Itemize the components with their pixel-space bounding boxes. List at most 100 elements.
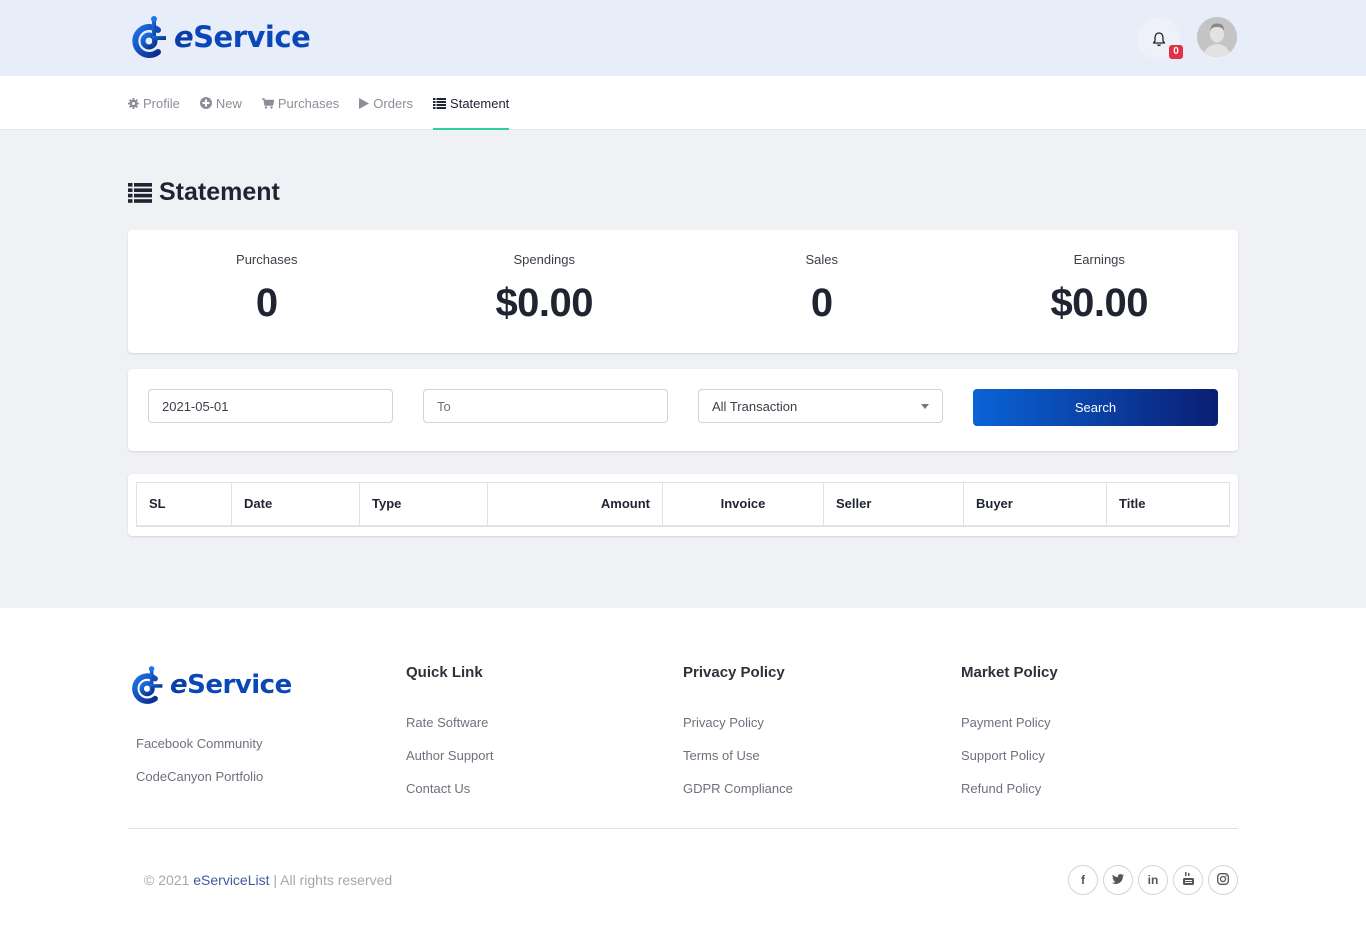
site-footer: eService Facebook Community CodeCanyon P… (0, 608, 1366, 929)
instagram-icon (1217, 872, 1229, 888)
column-header-buyer[interactable]: Buyer (963, 482, 1107, 526)
brand-name-prefix: e (174, 20, 194, 54)
column-header-type[interactable]: Type (359, 482, 488, 526)
footer-link-contact-us[interactable]: Contact Us (406, 781, 493, 796)
nav-item-label: Purchases (277, 95, 340, 111)
main-content: Statement Purchases 0 Spendings $0.00 Sa… (0, 130, 1366, 608)
transaction-type-select[interactable]: All Transaction (698, 389, 943, 423)
stat-label: Earnings (1073, 252, 1125, 267)
list-icon (128, 182, 152, 203)
user-avatar[interactable] (1197, 17, 1237, 57)
user-silhouette-icon (1197, 17, 1237, 57)
copyright-suffix: | All rights reserved (269, 872, 393, 888)
brand-name: eService (170, 670, 292, 700)
notification-count-badge: 0 (1169, 45, 1183, 59)
footer-link-terms-of-use[interactable]: Terms of Use (683, 748, 793, 763)
column-header-date[interactable]: Date (231, 482, 360, 526)
cart-icon (261, 97, 274, 109)
footer-column-heading: Quick Link (406, 664, 483, 681)
twitter-icon (1112, 873, 1124, 887)
youtube-icon (1182, 872, 1194, 888)
youtube-link[interactable] (1173, 865, 1203, 895)
footer-link-support-policy[interactable]: Support Policy (961, 748, 1058, 763)
footer-link-rate-software[interactable]: Rate Software (406, 715, 493, 730)
brand-logo[interactable]: eService (130, 14, 311, 60)
footer-link-payment-policy[interactable]: Payment Policy (961, 715, 1058, 730)
stats-card: Purchases 0 Spendings $0.00 Sales 0 Earn… (128, 230, 1238, 353)
brand-name-rest: Service (193, 20, 311, 54)
search-button[interactable]: Search (973, 389, 1218, 426)
to-date-input[interactable]: To (423, 389, 668, 423)
linkedin-icon: in (1147, 873, 1159, 887)
brand-name-prefix: e (170, 670, 188, 700)
nav-item-new[interactable]: New (199, 76, 242, 130)
stat-sales: Sales 0 (683, 230, 961, 353)
stat-label: Purchases (236, 252, 298, 267)
column-header-seller[interactable]: Seller (823, 482, 964, 526)
statement-table-card: SL Date Type Amount Invoice Seller Buyer… (128, 474, 1238, 536)
footer-link-gdpr-compliance[interactable]: GDPR Compliance (683, 781, 793, 796)
brand-name: eService (174, 20, 311, 54)
nav-item-orders[interactable]: Orders (359, 76, 413, 130)
logo-mark-icon (132, 666, 163, 704)
copyright-link[interactable]: eServiceList (193, 872, 269, 888)
footer-column-market-policy: Market Policy Payment Policy Support Pol… (961, 664, 1058, 814)
column-header-invoice[interactable]: Invoice (662, 482, 824, 526)
footer-column-quick-link: Quick Link Rate Software Author Support … (406, 664, 493, 814)
stat-earnings: Earnings $0.00 (961, 230, 1239, 353)
brand-name-rest: Service (187, 670, 292, 700)
copyright-prefix: © 2021 (144, 872, 194, 888)
nav-item-label: New (215, 95, 242, 111)
footer-column-heading: Market Policy (961, 664, 1058, 681)
stat-value: 0 (810, 281, 833, 325)
statement-table: SL Date Type Amount Invoice Seller Buyer… (136, 482, 1230, 527)
stat-label: Sales (805, 252, 839, 267)
facebook-icon: f (1081, 873, 1085, 887)
footer-community-links: Facebook Community CodeCanyon Portfolio (136, 736, 263, 802)
stat-value: $0.00 (495, 281, 594, 325)
from-date-input[interactable]: 2021-05-01 (148, 389, 393, 423)
copyright-text: © 2021 eServiceList | All rights reserve… (144, 872, 392, 888)
footer-column-heading: Privacy Policy (683, 664, 785, 681)
chevron-down-icon (921, 403, 929, 409)
nav-item-label: Orders (373, 95, 414, 111)
footer-link-privacy-policy[interactable]: Privacy Policy (683, 715, 793, 730)
plus-circle-icon (199, 97, 212, 109)
nav-item-statement[interactable]: Statement (433, 76, 510, 131)
play-icon (359, 97, 370, 109)
twitter-link[interactable] (1103, 865, 1133, 895)
stat-value: 0 (255, 281, 278, 325)
linkedin-link[interactable]: in (1138, 865, 1168, 895)
social-links: f in (1068, 865, 1243, 895)
stat-spendings: Spendings $0.00 (406, 230, 684, 353)
page-title-text: Statement (159, 178, 280, 206)
table-header-row: SL Date Type Amount Invoice Seller Buyer… (136, 482, 1230, 526)
nav-item-profile[interactable]: Profile (128, 76, 180, 130)
footer-link-codecanyon-portfolio[interactable]: CodeCanyon Portfolio (136, 769, 263, 784)
nav-item-label: Profile (143, 95, 180, 111)
page-title: Statement (128, 178, 280, 207)
logo-mark-icon (132, 16, 166, 58)
nav-item-purchases[interactable]: Purchases (261, 76, 340, 130)
transaction-type-value: All Transaction (712, 398, 798, 414)
facebook-link[interactable]: f (1068, 865, 1098, 895)
footer-logo[interactable]: eService (130, 664, 292, 706)
footer-column-privacy-policy: Privacy Policy Privacy Policy Terms of U… (683, 664, 793, 814)
stat-purchases: Purchases 0 (128, 230, 406, 353)
gear-icon (128, 97, 139, 109)
top-header: eService 0 (0, 0, 1366, 76)
column-header-amount[interactable]: Amount (487, 482, 663, 526)
footer-link-facebook-community[interactable]: Facebook Community (136, 736, 263, 751)
list-icon (433, 97, 447, 109)
stat-value: $0.00 (1050, 281, 1149, 325)
instagram-link[interactable] (1208, 865, 1238, 895)
column-header-title[interactable]: Title (1107, 483, 1230, 526)
footer-link-refund-policy[interactable]: Refund Policy (961, 781, 1058, 796)
footer-link-author-support[interactable]: Author Support (406, 748, 493, 763)
stat-label: Spendings (513, 252, 575, 267)
nav-item-label: Statement (450, 95, 510, 111)
bell-icon (1152, 31, 1166, 46)
column-header-sl[interactable]: SL (136, 482, 232, 526)
account-nav: Profile New Purchases Orders Statement (0, 76, 1366, 131)
filter-card: 2021-05-01 To All Transaction Search (128, 369, 1238, 451)
